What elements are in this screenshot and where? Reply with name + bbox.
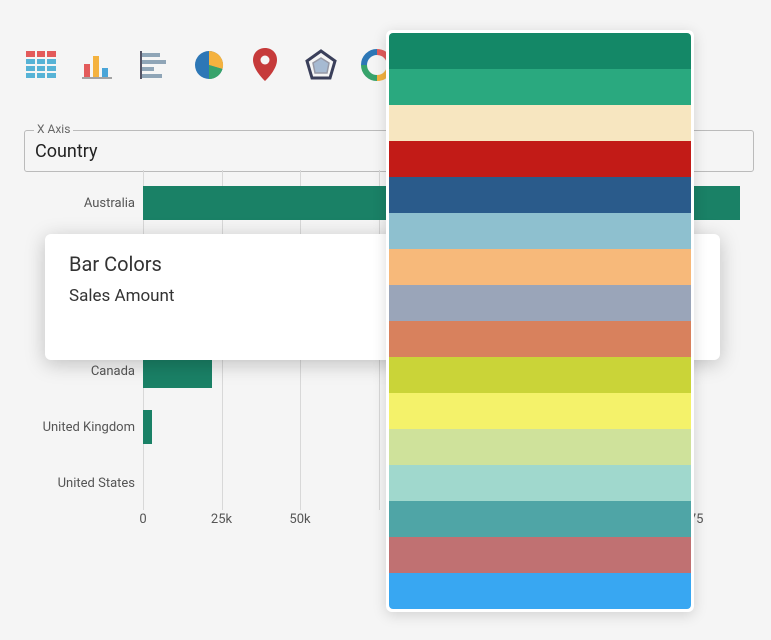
x-tick-label: 25k — [211, 512, 232, 527]
bar-category-label: Canada — [0, 364, 143, 379]
color-swatch[interactable] — [389, 105, 691, 141]
x-tick-label: 50k — [289, 512, 310, 527]
radar-icon[interactable] — [304, 48, 338, 82]
x-axis-value: Country — [35, 141, 98, 162]
x-axis-label: X Axis — [34, 122, 73, 136]
color-swatch[interactable] — [389, 321, 691, 357]
color-swatch[interactable] — [389, 249, 691, 285]
x-tick-label: 0 — [139, 512, 146, 527]
bar-category-label: United Kingdom — [0, 420, 143, 435]
color-swatch[interactable] — [389, 33, 691, 69]
bar[interactable] — [143, 410, 152, 444]
bar-category-label: United States — [0, 476, 143, 491]
color-swatch-panel — [386, 30, 694, 612]
pie-chart-icon[interactable] — [192, 48, 226, 82]
color-swatch[interactable] — [389, 141, 691, 177]
color-swatch[interactable] — [389, 177, 691, 213]
color-swatch[interactable] — [389, 213, 691, 249]
color-swatch[interactable] — [389, 501, 691, 537]
map-pin-icon[interactable] — [248, 48, 282, 82]
color-swatch[interactable] — [389, 393, 691, 429]
color-swatch[interactable] — [389, 537, 691, 573]
color-swatch[interactable] — [389, 465, 691, 501]
color-swatch[interactable] — [389, 573, 691, 609]
table-icon[interactable] — [24, 48, 58, 82]
bar-category-label: Australia — [0, 196, 143, 211]
color-swatch[interactable] — [389, 285, 691, 321]
color-swatch[interactable] — [389, 429, 691, 465]
color-swatch[interactable] — [389, 357, 691, 393]
chart-type-toolbar — [24, 48, 394, 82]
color-swatch[interactable] — [389, 69, 691, 105]
horizontal-bars-icon[interactable] — [136, 48, 170, 82]
bar-chart-icon[interactable] — [80, 48, 114, 82]
